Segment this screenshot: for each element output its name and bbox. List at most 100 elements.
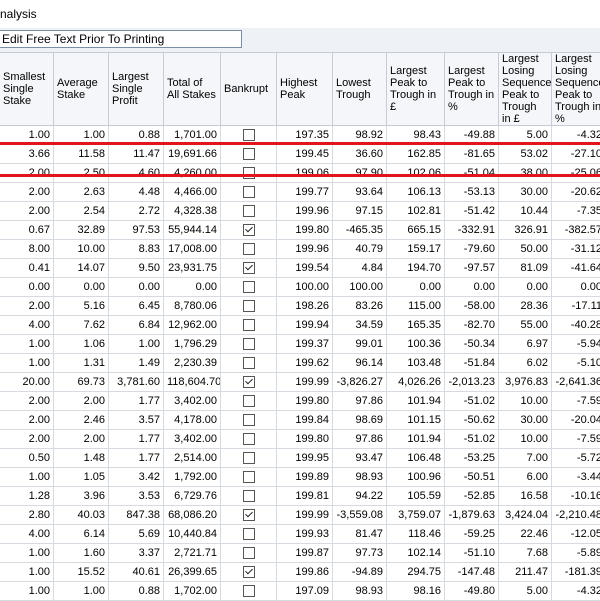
column-header[interactable]: Total of All Stakes xyxy=(164,53,221,126)
table-row[interactable]: 4.006.145.6910,440.84199.9381.47118.46-5… xyxy=(0,525,600,544)
table-cell: 5.00 xyxy=(499,582,552,601)
table-cell: 1.49 xyxy=(109,354,164,373)
table-row[interactable]: 0.4114.079.5023,931.75199.544.84194.70-9… xyxy=(0,259,600,278)
table-cell: 0.00 xyxy=(54,278,109,297)
table-row[interactable]: 2.002.634.484,466.00199.7793.64106.13-53… xyxy=(0,183,600,202)
table-row[interactable]: 1.001.000.881,702.00197.0998.9398.16-49.… xyxy=(0,582,600,601)
table-row[interactable]: 1.001.603.372,721.71199.8797.73102.14-51… xyxy=(0,544,600,563)
column-header[interactable]: Largest Peak to Trough in £ xyxy=(387,53,445,126)
table-cell: 100.36 xyxy=(387,335,445,354)
column-header[interactable]: Highest Peak xyxy=(277,53,333,126)
bankrupt-checkbox[interactable] xyxy=(243,376,255,388)
bankrupt-checkbox[interactable] xyxy=(243,490,255,502)
table-cell: 101.94 xyxy=(387,430,445,449)
table-row[interactable]: 1.001.061.001,796.29199.3799.01100.36-50… xyxy=(0,335,600,354)
table-cell: 199.87 xyxy=(277,544,333,563)
table-row[interactable]: 0.501.481.772,514.00199.9593.47106.48-53… xyxy=(0,449,600,468)
bankrupt-checkbox[interactable] xyxy=(243,148,255,160)
table-row[interactable]: 0.000.000.000.00100.00100.000.000.000.00… xyxy=(0,278,600,297)
bankrupt-checkbox[interactable] xyxy=(243,262,255,274)
table-row[interactable]: 2.002.001.773,402.00199.8097.86101.94-51… xyxy=(0,430,600,449)
table-row[interactable]: 2.002.001.773,402.00199.8097.86101.94-51… xyxy=(0,392,600,411)
bankrupt-checkbox[interactable] xyxy=(243,566,255,578)
table-cell: 5.16 xyxy=(54,297,109,316)
table-cell: 9.50 xyxy=(109,259,164,278)
table-row[interactable]: 2.002.542.724,328.38199.9697.15102.81-51… xyxy=(0,202,600,221)
column-header[interactable]: Largest Losing Sequence Peak to Trough i… xyxy=(552,53,600,126)
table-cell: 199.89 xyxy=(277,468,333,487)
bankrupt-checkbox[interactable] xyxy=(243,452,255,464)
table-row[interactable]: 1.001.053.421,792.00199.8998.93100.96-50… xyxy=(0,468,600,487)
table-cell: -49.80 xyxy=(445,582,499,601)
bankrupt-checkbox[interactable] xyxy=(243,585,255,597)
bankrupt-checkbox[interactable] xyxy=(243,205,255,217)
table-row[interactable]: 0.6732.8997.5355,944.14199.80-465.35665.… xyxy=(0,221,600,240)
bankrupt-checkbox[interactable] xyxy=(243,547,255,559)
table-cell: 1,702.00 xyxy=(164,582,221,601)
bankrupt-checkbox[interactable] xyxy=(243,338,255,350)
table-cell: 28.36 xyxy=(499,297,552,316)
table-row[interactable]: 1.283.963.536,729.76199.8194.22105.59-52… xyxy=(0,487,600,506)
table-cell: -3.44 xyxy=(552,468,600,487)
bankrupt-checkbox[interactable] xyxy=(243,281,255,293)
table-row[interactable]: 3.6611.5811.4719,691.66199.4536.60162.85… xyxy=(0,145,600,164)
table-cell: 83.26 xyxy=(333,297,387,316)
table-cell: 199.62 xyxy=(277,354,333,373)
bankrupt-checkbox[interactable] xyxy=(243,243,255,255)
column-header[interactable]: Lowest Trough xyxy=(333,53,387,126)
table-cell: 162.85 xyxy=(387,145,445,164)
table-cell: 7.68 xyxy=(499,544,552,563)
table-cell: -147.48 xyxy=(445,563,499,582)
edit-free-text-button[interactable]: Edit Free Text Prior To Printing xyxy=(0,30,242,48)
table-row[interactable]: 1.001.311.492,230.39199.6296.14103.48-51… xyxy=(0,354,600,373)
table-row[interactable]: 2.8040.03847.3868,086.20199.99-3,559.083… xyxy=(0,506,600,525)
table-cell: 1.00 xyxy=(0,354,54,373)
table-cell: 1.00 xyxy=(109,335,164,354)
table-cell: 10.00 xyxy=(54,240,109,259)
column-header[interactable]: Smallest Single Stake xyxy=(0,53,54,126)
table-row[interactable]: 8.0010.008.8317,008.00199.9640.79159.17-… xyxy=(0,240,600,259)
table-row[interactable]: 20.0069.733,781.60118,604.70199.99-3,826… xyxy=(0,373,600,392)
bankrupt-checkbox[interactable] xyxy=(243,433,255,445)
table-cell: 6.00 xyxy=(499,468,552,487)
column-header[interactable]: Bankrupt xyxy=(221,53,277,126)
table-row[interactable]: 2.005.166.458,780.06198.2683.26115.00-58… xyxy=(0,297,600,316)
highlight-line-bottom xyxy=(0,174,600,177)
bankrupt-checkbox[interactable] xyxy=(243,300,255,312)
column-header[interactable]: Average Stake xyxy=(54,53,109,126)
bankrupt-checkbox[interactable] xyxy=(243,471,255,483)
bankrupt-checkbox[interactable] xyxy=(243,528,255,540)
bankrupt-checkbox[interactable] xyxy=(243,414,255,426)
table-cell: 10.44 xyxy=(499,202,552,221)
bankrupt-checkbox[interactable] xyxy=(243,129,255,141)
table-cell: 199.80 xyxy=(277,221,333,240)
table-cell: 211.47 xyxy=(499,563,552,582)
table-row[interactable]: 4.007.626.8412,962.00199.9434.59165.35-8… xyxy=(0,316,600,335)
table-cell: 34.59 xyxy=(333,316,387,335)
table-row[interactable]: 2.002.504.604,260.00199.0697.90102.06-51… xyxy=(0,164,600,183)
bankrupt-checkbox[interactable] xyxy=(243,186,255,198)
bankrupt-checkbox[interactable] xyxy=(243,509,255,521)
column-header[interactable]: Largest Peak to Trough in % xyxy=(445,53,499,126)
bankrupt-cell xyxy=(221,582,277,601)
bankrupt-checkbox[interactable] xyxy=(243,357,255,369)
table-cell: 665.15 xyxy=(387,221,445,240)
table-cell: 2.54 xyxy=(54,202,109,221)
table-cell: 199.96 xyxy=(277,202,333,221)
bankrupt-checkbox[interactable] xyxy=(243,319,255,331)
bankrupt-cell xyxy=(221,316,277,335)
table-cell: 0.00 xyxy=(0,278,54,297)
table-cell: 5.69 xyxy=(109,525,164,544)
bankrupt-checkbox[interactable] xyxy=(243,224,255,236)
column-header[interactable]: Largest Single Profit xyxy=(109,53,164,126)
bankrupt-checkbox[interactable] xyxy=(243,395,255,407)
table-row[interactable]: 2.002.463.574,178.00199.8498.69101.15-50… xyxy=(0,411,600,430)
table-cell: 97.73 xyxy=(333,544,387,563)
table-cell: 199.99 xyxy=(277,373,333,392)
table-cell: -7.59 xyxy=(552,392,600,411)
table-cell: 0.67 xyxy=(0,221,54,240)
table-row[interactable]: 1.0015.5240.6126,399.65199.86-94.89294.7… xyxy=(0,563,600,582)
table-cell: 199.94 xyxy=(277,316,333,335)
table-cell: 199.06 xyxy=(277,164,333,183)
column-header[interactable]: Largest Losing Sequence Peak to Trough i… xyxy=(499,53,552,126)
